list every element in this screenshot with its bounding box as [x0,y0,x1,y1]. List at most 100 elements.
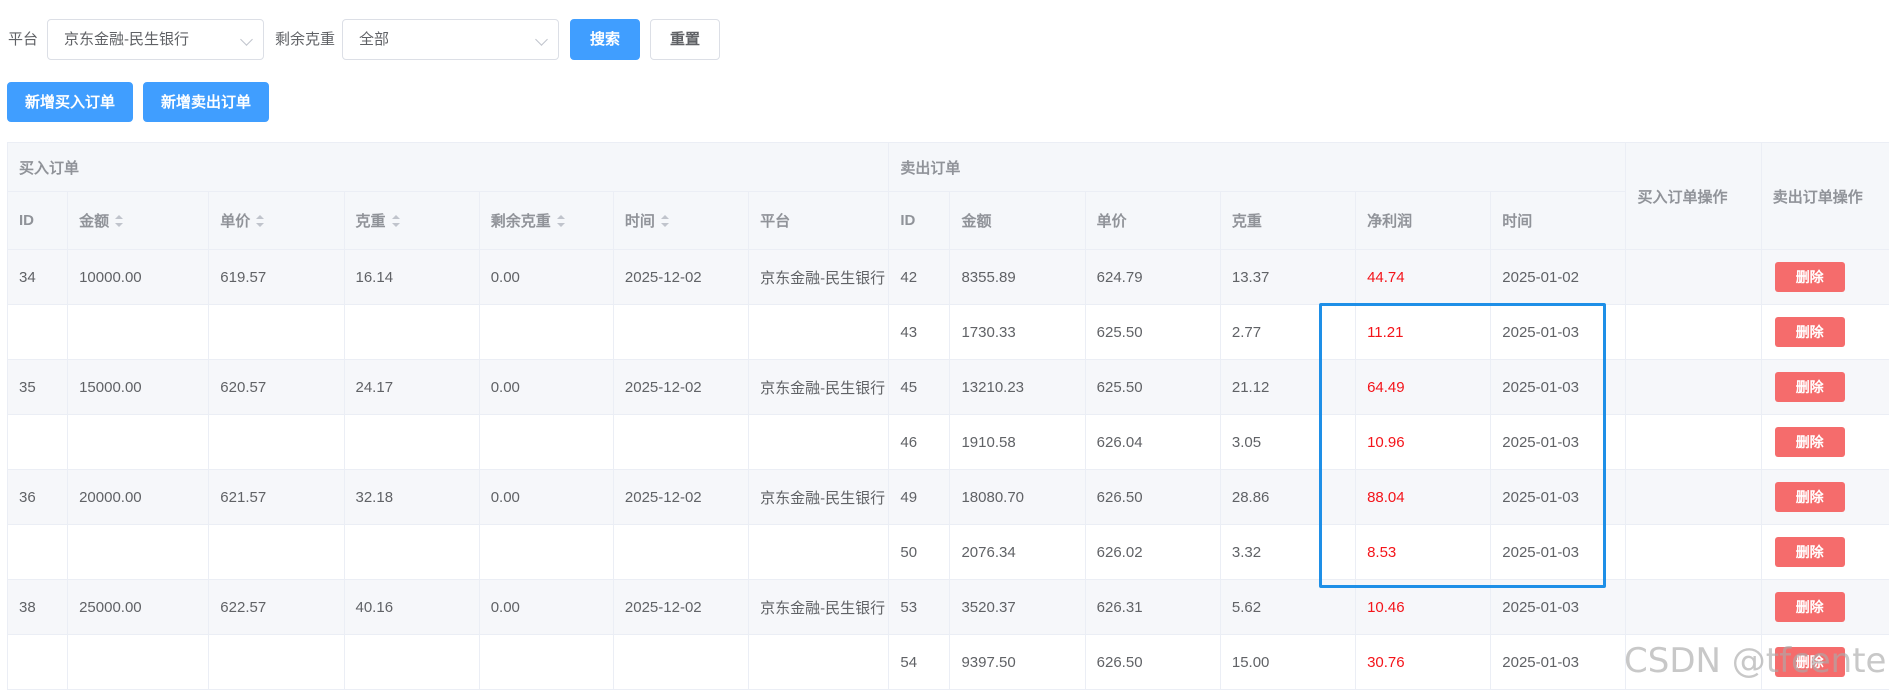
sell-id-cell: 50 [888,524,951,580]
table-row: 43 1730.33 625.50 2.77 11.21 2025-01-03 删除 [7,304,1889,360]
col-header-sell-weight: 克重 [1219,191,1357,250]
delete-sell-order-button[interactable]: 删除 [1774,262,1845,292]
buy-platform-cell: 京东金融-民生银行 [748,469,890,525]
sell-time-cell: 2025-01-03 [1490,579,1627,635]
buy-weight-cell: 24.17 [343,359,480,415]
page: 平台 京东金融-民生银行 剩余克重 全部 搜索 重置 新增买入订单 新增卖出订单… [0,0,1889,695]
delete-sell-order-button[interactable]: 删除 [1774,482,1845,512]
buy-weight-cell [343,304,480,360]
buy-time-cell: 2025-12-02 [612,469,750,525]
buy-platform-cell [748,414,890,470]
buy-remaining-cell [478,524,614,580]
delete-sell-order-button[interactable]: 删除 [1774,537,1845,567]
sort-icon[interactable] [660,215,669,227]
buy-platform-cell [748,634,890,690]
sell-op-cell: 删除 [1760,249,1889,305]
sell-time-cell: 2025-01-03 [1490,634,1627,690]
sell-op-cell: 删除 [1760,524,1889,580]
buy-amount-cell: 20000.00 [67,469,210,525]
remaining-filter-label: 剩余克重 [275,31,336,48]
delete-sell-order-button[interactable]: 删除 [1774,317,1845,347]
chevron-down-icon [240,33,253,46]
buy-op-cell [1625,524,1762,580]
add-sell-order-button[interactable]: 新增卖出订单 [143,82,269,122]
buy-time-cell: 2025-12-02 [612,579,750,635]
platform-select[interactable]: 京东金融-民生银行 [47,19,264,60]
buy-platform-cell: 京东金融-民生银行 [748,249,890,305]
delete-sell-order-button[interactable]: 删除 [1774,427,1845,457]
sort-icon[interactable] [391,215,400,227]
sell-profit-cell: 30.76 [1355,634,1492,690]
sell-time-cell: 2025-01-03 [1490,359,1627,415]
table-row: 35 15000.00 620.57 24.17 0.00 2025-12-02 京东金融-… [7,359,1889,415]
sell-id-cell: 53 [888,579,951,635]
search-button[interactable]: 搜索 [570,19,640,60]
buy-platform-cell: 京东金融-民生银行 [748,579,890,635]
buy-op-cell [1625,359,1762,415]
sell-op-cell: 删除 [1760,414,1889,470]
buy-amount-cell: 15000.00 [67,359,210,415]
buy-op-cell [1625,579,1762,635]
sort-icon[interactable] [256,215,265,227]
col-header-sell-id: ID [888,191,951,250]
buy-remaining-cell [478,634,614,690]
buy-id-cell: 34 [7,249,69,305]
sell-price-cell: 625.50 [1084,359,1221,415]
col-header-sell-amount: 金额 [949,191,1086,250]
buy-weight-cell: 32.18 [343,469,480,525]
buy-remaining-cell: 0.00 [478,359,614,415]
buy-amount-cell: 25000.00 [67,579,210,635]
col-header-buy-time[interactable]: 时间 [612,191,750,250]
table-row: 34 10000.00 619.57 16.14 0.00 2025-12-02 京东金融-… [7,249,1889,305]
reset-button[interactable]: 重置 [650,19,720,60]
header-column-row: ID 金额 单价 克重 剩余克重 时间 平台 ID 金额 单价 克重 净利润 时… [7,191,1889,250]
sell-op-cell: 删除 [1760,634,1889,690]
buy-id-cell [7,634,69,690]
sell-price-cell: 626.04 [1084,414,1221,470]
col-header-buy-remaining[interactable]: 剩余克重 [478,191,614,250]
col-header-sell-price: 单价 [1084,191,1221,250]
sell-weight-cell: 15.00 [1219,634,1357,690]
sort-icon[interactable] [556,215,565,227]
delete-sell-order-button[interactable]: 删除 [1774,592,1845,622]
buy-amount-cell [67,524,210,580]
buy-id-cell: 35 [7,359,69,415]
remaining-select-value: 全部 [359,31,390,48]
buy-time-cell [612,524,750,580]
sell-id-cell: 54 [888,634,951,690]
sell-profit-cell: 88.04 [1355,469,1492,525]
orders-table: 买入订单 卖出订单 买入订单操作 卖出订单操作 ID 金额 单价 克重 剩余克重… [7,142,1889,695]
buy-time-cell: 2025-12-02 [612,249,750,305]
sell-weight-cell: 5.62 [1219,579,1357,635]
sell-op-cell: 删除 [1760,579,1889,635]
sell-time-cell: 2025-01-03 [1490,304,1627,360]
delete-sell-order-button[interactable]: 删除 [1774,372,1845,402]
remaining-select[interactable]: 全部 [342,19,559,60]
buy-weight-cell [343,634,480,690]
sell-op-header: 卖出订单操作 [1760,142,1889,250]
delete-sell-order-button[interactable]: 删除 [1774,647,1845,677]
filter-bar: 平台 京东金融-民生银行 剩余克重 全部 搜索 重置 [0,19,1889,60]
table-row: 46 1910.58 626.04 3.05 10.96 2025-01-03 删除 [7,414,1889,470]
sell-price-cell: 626.31 [1084,579,1221,635]
buy-price-cell: 621.57 [208,469,345,525]
sell-weight-cell: 2.77 [1219,304,1357,360]
add-buy-order-button[interactable]: 新增买入订单 [7,82,133,122]
table-row: 50 2076.34 626.02 3.32 8.53 2025-01-03 删除 [7,524,1889,580]
buy-orders-group-header: 买入订单 [7,142,890,192]
buy-amount-cell [67,304,210,360]
sort-icon[interactable] [115,215,124,227]
col-header-buy-price[interactable]: 单价 [208,191,345,250]
buy-price-cell [208,304,345,360]
sell-orders-group-header: 卖出订单 [888,142,1627,192]
sell-price-cell: 625.50 [1084,304,1221,360]
buy-price-cell: 619.57 [208,249,345,305]
col-header-buy-amount[interactable]: 金额 [67,191,210,250]
buy-remaining-cell: 0.00 [478,469,614,525]
sell-price-cell: 624.79 [1084,249,1221,305]
buy-price-cell [208,634,345,690]
sell-amount-cell: 18080.70 [949,469,1086,525]
buy-platform-cell [748,524,890,580]
col-header-buy-weight[interactable]: 克重 [343,191,480,250]
buy-remaining-cell: 0.00 [478,579,614,635]
